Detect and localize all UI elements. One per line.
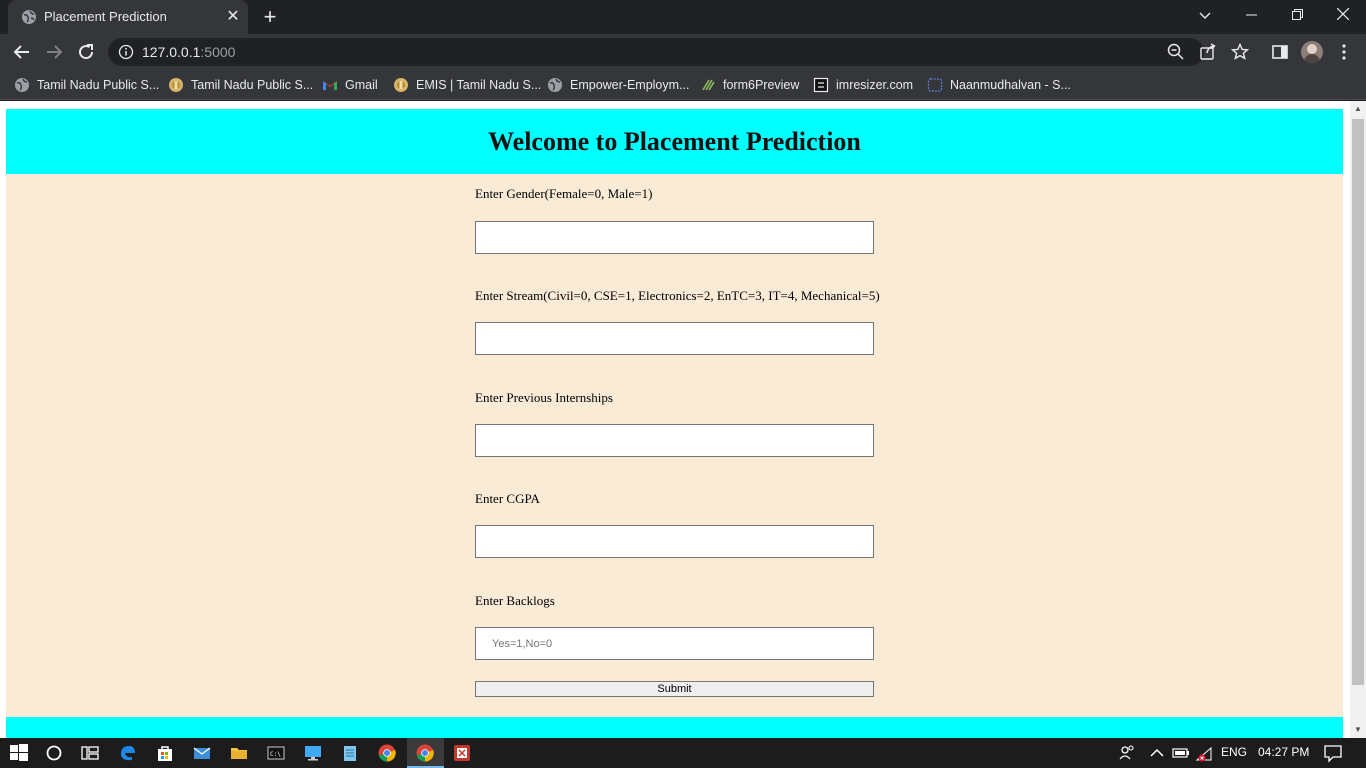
side-panel-icon[interactable] bbox=[1270, 42, 1290, 62]
bookmark-item[interactable]: imresizer.com bbox=[813, 76, 913, 94]
file-explorer-icon[interactable] bbox=[229, 743, 249, 763]
new-tab-button[interactable]: + bbox=[258, 6, 282, 30]
task-view-icon[interactable] bbox=[80, 743, 100, 763]
scrollbar-thumb[interactable] bbox=[1352, 119, 1364, 685]
cgpa-label: Enter CGPA bbox=[475, 491, 540, 506]
page-viewport: Welcome to Placement Prediction Enter Ge… bbox=[0, 101, 1366, 738]
forward-icon[interactable] bbox=[42, 40, 66, 64]
tab-strip: Placement Prediction ✕ + bbox=[0, 0, 1366, 34]
command-prompt-icon[interactable]: C:\ bbox=[266, 743, 286, 763]
site-info-icon[interactable] bbox=[118, 44, 134, 60]
profile-avatar[interactable] bbox=[1301, 41, 1323, 63]
bookmark-label: Empower-Employm... bbox=[570, 78, 690, 92]
network-icon[interactable] bbox=[1194, 743, 1214, 763]
bookmark-label: Gmail bbox=[345, 78, 378, 92]
submit-button[interactable]: Submit bbox=[475, 681, 874, 697]
bookmark-item[interactable]: Empower-Employm... bbox=[547, 76, 689, 94]
bookmark-item[interactable]: EMIS | Tamil Nadu S... bbox=[393, 76, 541, 94]
chevron-down-icon bbox=[1199, 12, 1211, 19]
bookmark-label: imresizer.com bbox=[836, 78, 914, 92]
back-icon[interactable] bbox=[10, 40, 34, 64]
bookmark-label: Tamil Nadu Public S... bbox=[37, 78, 160, 92]
gender-input[interactable] bbox=[475, 221, 874, 254]
stream-label: Enter Stream(Civil=0, CSE=1, Electronics… bbox=[475, 288, 880, 303]
close-window-button[interactable] bbox=[1320, 0, 1366, 30]
vertical-scrollbar[interactable]: ▲ ▼ bbox=[1350, 101, 1366, 738]
bookmark-item[interactable]: Tamil Nadu Public S... bbox=[168, 76, 313, 94]
zoom-icon[interactable] bbox=[1166, 42, 1186, 62]
restore-button[interactable] bbox=[1274, 0, 1320, 30]
mail-icon[interactable] bbox=[192, 743, 212, 763]
notifications-icon[interactable] bbox=[1323, 743, 1343, 763]
active-chrome-task[interactable] bbox=[407, 738, 444, 768]
page-body: Welcome to Placement Prediction Enter Ge… bbox=[6, 109, 1343, 738]
language-indicator[interactable]: ENG bbox=[1221, 745, 1247, 759]
bookmark-item[interactable]: Tamil Nadu Public S... bbox=[14, 76, 159, 94]
bookmark-item[interactable]: form6Preview bbox=[700, 76, 799, 94]
bookmark-item[interactable]: Gmail bbox=[322, 76, 378, 94]
tab-title: Placement Prediction bbox=[44, 9, 167, 24]
bookmark-label: EMIS | Tamil Nadu S... bbox=[416, 78, 542, 92]
globe-icon bbox=[15, 78, 29, 92]
chevron-up-icon[interactable] bbox=[1147, 743, 1167, 763]
battery-icon[interactable] bbox=[1171, 743, 1191, 763]
chrome-icon[interactable] bbox=[377, 743, 397, 763]
svg-text:C:\: C:\ bbox=[270, 751, 281, 758]
bookmark-label: form6Preview bbox=[723, 78, 800, 92]
kebab-menu-icon[interactable] bbox=[1334, 42, 1354, 62]
share-icon[interactable] bbox=[1198, 42, 1218, 62]
scroll-down-arrow[interactable]: ▼ bbox=[1350, 722, 1366, 738]
gender-label: Enter Gender(Female=0, Male=1) bbox=[475, 186, 653, 201]
edge-icon[interactable] bbox=[118, 743, 138, 763]
stream-input[interactable] bbox=[475, 322, 874, 355]
globe-icon bbox=[22, 10, 36, 24]
taskbar: C:\ ENG 04:27 PM bbox=[0, 738, 1366, 768]
bookmark-label: Naanmudhalvan - S... bbox=[950, 78, 1071, 92]
app-icon[interactable] bbox=[452, 743, 472, 763]
emblem-icon bbox=[169, 78, 183, 92]
close-icon bbox=[1336, 7, 1350, 21]
windows-start-icon[interactable] bbox=[9, 743, 29, 763]
scroll-up-arrow[interactable]: ▲ bbox=[1350, 101, 1366, 117]
emblem-icon bbox=[394, 78, 408, 92]
page-footer bbox=[6, 717, 1343, 738]
clock[interactable]: 04:27 PM bbox=[1258, 745, 1309, 759]
bookmark-star-icon[interactable] bbox=[1230, 42, 1250, 62]
minimize-icon bbox=[1245, 14, 1257, 16]
chrome-icon bbox=[416, 744, 434, 762]
internships-label: Enter Previous Internships bbox=[475, 390, 613, 405]
internships-input[interactable] bbox=[475, 424, 874, 457]
page-header: Welcome to Placement Prediction bbox=[6, 109, 1343, 174]
minimize-button[interactable] bbox=[1228, 0, 1274, 30]
computer-icon[interactable] bbox=[303, 743, 323, 763]
bookmark-label: Tamil Nadu Public S... bbox=[191, 78, 314, 92]
browser-tab[interactable]: Placement Prediction ✕ bbox=[8, 0, 248, 34]
bookmarks-bar: Tamil Nadu Public S... Tamil Nadu Public… bbox=[0, 70, 1366, 100]
people-icon[interactable] bbox=[1117, 743, 1137, 763]
url-port: :5000 bbox=[200, 44, 236, 60]
store-icon[interactable] bbox=[155, 743, 175, 763]
bookmark-item[interactable]: Naanmudhalvan - S... bbox=[927, 76, 1071, 94]
tab-search-button[interactable] bbox=[1182, 0, 1228, 30]
backlogs-label: Enter Backlogs bbox=[475, 593, 555, 608]
restore-icon bbox=[1291, 9, 1303, 20]
notepad-icon[interactable] bbox=[340, 743, 360, 763]
imresizer-icon bbox=[813, 77, 829, 93]
reload-icon[interactable] bbox=[74, 40, 98, 64]
close-tab-icon[interactable]: ✕ bbox=[224, 8, 242, 26]
page-title: Welcome to Placement Prediction bbox=[488, 127, 861, 156]
naan-icon bbox=[927, 78, 943, 92]
cgpa-input[interactable] bbox=[475, 525, 874, 558]
url-host: 127.0.0.1 bbox=[142, 44, 201, 60]
address-bar[interactable]: 127.0.0.1:5000 bbox=[108, 38, 1250, 66]
globe-icon bbox=[548, 78, 562, 92]
backlogs-input[interactable] bbox=[475, 627, 874, 660]
gmail-icon bbox=[323, 81, 337, 90]
browser-toolbar: 127.0.0.1:5000 bbox=[0, 34, 1366, 70]
url-text: 127.0.0.1:5000 bbox=[142, 44, 235, 60]
form-icon bbox=[702, 79, 715, 91]
search-icon[interactable] bbox=[44, 743, 64, 763]
